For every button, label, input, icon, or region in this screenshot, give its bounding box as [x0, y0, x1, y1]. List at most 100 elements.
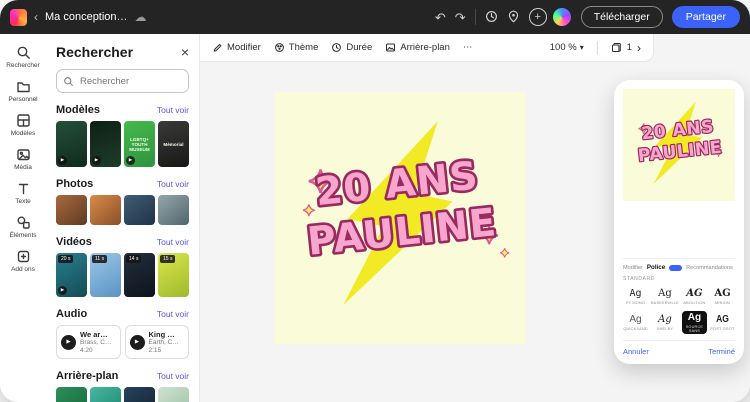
background-thumb[interactable]: [56, 387, 87, 402]
zoom-control[interactable]: 100 % ▾: [550, 42, 584, 53]
redo-icon[interactable]: ↷: [455, 11, 466, 24]
chevron-down-icon: ▾: [580, 43, 584, 52]
font-option[interactable]: AgSHELBY: [651, 311, 679, 334]
photo-thumb[interactable]: [56, 195, 87, 225]
see-all-link[interactable]: Tout voir: [157, 237, 189, 247]
play-icon[interactable]: ▶: [130, 335, 145, 350]
audio-card[interactable]: ▶ King … Earth, C… 2:15: [125, 325, 190, 359]
close-icon[interactable]: ×: [181, 45, 189, 59]
tab-font[interactable]: Police: [647, 264, 665, 271]
undo-icon[interactable]: ↶: [435, 11, 446, 24]
background-thumb[interactable]: [158, 387, 189, 402]
template-thumb[interactable]: LGBTQ+ YOUTH MUSEUM▶: [124, 121, 155, 167]
section-title: Modèles: [56, 104, 100, 116]
back-chevron-icon[interactable]: ‹: [34, 11, 38, 23]
topbar-divider: [475, 9, 476, 25]
cancel-button[interactable]: Annuler: [623, 347, 649, 356]
font-name: ABOLITION: [683, 301, 705, 305]
font-option[interactable]: AgQUICKSAND: [623, 311, 648, 334]
photo-thumb[interactable]: [124, 195, 155, 225]
audio-title: We ar…: [80, 330, 111, 339]
edit-label: Modifier: [227, 42, 261, 53]
rail-item-addons[interactable]: Add ons: [2, 244, 44, 277]
template-thumb[interactable]: Mémorial: [158, 121, 189, 167]
videos-row: 20 s▶ 11 s 14 s 15 s: [56, 253, 189, 297]
left-rail: Rechercher Personnel Modèles Média Texte…: [0, 34, 46, 402]
history-icon[interactable]: [485, 10, 498, 25]
tab-edit[interactable]: Modifier: [623, 265, 643, 271]
add-collaborator-icon[interactable]: +: [529, 8, 547, 26]
template-thumb[interactable]: ▶: [90, 121, 121, 167]
pages-icon[interactable]: [611, 42, 622, 53]
font-sample: AG: [686, 289, 702, 299]
duration-label: Durée: [346, 42, 372, 53]
page-indicator: 1 ›: [611, 42, 641, 54]
photo-thumb[interactable]: [158, 195, 189, 225]
pin-icon[interactable]: [507, 10, 520, 25]
font-sample: AG: [714, 289, 730, 299]
video-thumb[interactable]: 11 s: [90, 253, 121, 297]
phone-design-canvas[interactable]: 20 ANS PAULINE: [623, 89, 735, 201]
see-all-link[interactable]: Tout voir: [157, 371, 189, 381]
font-option[interactable]: AgBASKERVILLE: [651, 285, 679, 308]
design-canvas[interactable]: 20 ANS PAULINE: [274, 92, 526, 344]
section-header-background: Arrière-plan Tout voir: [56, 370, 189, 382]
play-badge-icon: ▶: [58, 286, 67, 295]
see-all-link[interactable]: Tout voir: [157, 179, 189, 189]
rail-item-personal[interactable]: Personnel: [2, 74, 44, 107]
rail-item-search[interactable]: Rechercher: [2, 40, 44, 73]
topbar-right: ↶ ↷ + Télécharger Partager: [435, 6, 740, 28]
audio-card[interactable]: ▶ We ar… Brass, C… 4:20: [56, 325, 121, 359]
cloud-sync-icon: ☁: [135, 11, 147, 23]
font-option[interactable]: AGPOST GROT: [710, 311, 735, 334]
page-number: 1: [627, 42, 632, 53]
rail-item-templates[interactable]: Modèles: [2, 108, 44, 141]
share-button[interactable]: Partager: [672, 6, 740, 28]
topbar-left: ‹ Ma conception… ☁: [10, 9, 147, 26]
pencil-icon: [212, 42, 223, 53]
background-thumb[interactable]: [90, 387, 121, 402]
download-button[interactable]: Télécharger: [581, 6, 663, 28]
more-tool[interactable]: ⋯: [463, 42, 473, 53]
done-button[interactable]: Terminé: [708, 347, 735, 356]
app-body: Rechercher Personnel Modèles Média Texte…: [0, 34, 750, 402]
section-title: Arrière-plan: [56, 370, 118, 382]
rail-label: Add ons: [11, 266, 35, 273]
video-thumb[interactable]: 20 s▶: [56, 253, 87, 297]
rail-item-media[interactable]: Média: [2, 142, 44, 175]
rail-item-elements[interactable]: Éléments: [2, 210, 44, 243]
font-option-selected[interactable]: AgSOURCE SANS: [682, 311, 707, 334]
tab-recommendations[interactable]: Recommandations: [686, 265, 733, 271]
section-header-templates: Modèles Tout voir: [56, 104, 189, 116]
font-sample: Ag: [688, 313, 701, 323]
font-grid: AgPT MONO AgBASKERVILLE AG ABOLITION AGMI…: [623, 285, 735, 334]
rail-label: Rechercher: [6, 62, 40, 69]
rail-item-text[interactable]: Texte: [2, 176, 44, 209]
express-logo-icon[interactable]: [10, 9, 27, 26]
font-option[interactable]: AgPT MONO: [623, 285, 648, 308]
font-panel: Modifier Police Recommandations STANDARD…: [623, 258, 735, 356]
video-thumb[interactable]: 14 s: [124, 253, 155, 297]
theme-tool[interactable]: Thème: [274, 42, 319, 53]
avatar[interactable]: [552, 7, 572, 27]
background-thumb[interactable]: [124, 387, 155, 402]
template-thumb[interactable]: ▶: [56, 121, 87, 167]
chevron-right-icon[interactable]: ›: [637, 42, 641, 54]
addons-icon: [16, 249, 31, 264]
duration-tool[interactable]: Durée: [331, 42, 372, 53]
font-option[interactable]: AGMINION: [710, 285, 735, 308]
video-thumb[interactable]: 15 s: [158, 253, 189, 297]
play-icon[interactable]: ▶: [61, 335, 76, 350]
see-all-link[interactable]: Tout voir: [157, 309, 189, 319]
edit-tool[interactable]: Modifier: [212, 42, 261, 53]
document-title[interactable]: Ma conception…: [45, 11, 128, 23]
section-header-audio: Audio Tout voir: [56, 308, 189, 320]
font-option[interactable]: AG ABOLITION: [682, 285, 707, 308]
see-all-link[interactable]: Tout voir: [157, 105, 189, 115]
search-panel: Rechercher × Modèles Tout voir ▶ ▶ LGBTQ…: [46, 34, 200, 402]
search-box[interactable]: [56, 69, 189, 93]
photo-thumb[interactable]: [90, 195, 121, 225]
font-sample: Ag: [658, 289, 672, 299]
search-input[interactable]: [78, 75, 182, 88]
background-tool[interactable]: Arrière-plan: [385, 42, 450, 53]
